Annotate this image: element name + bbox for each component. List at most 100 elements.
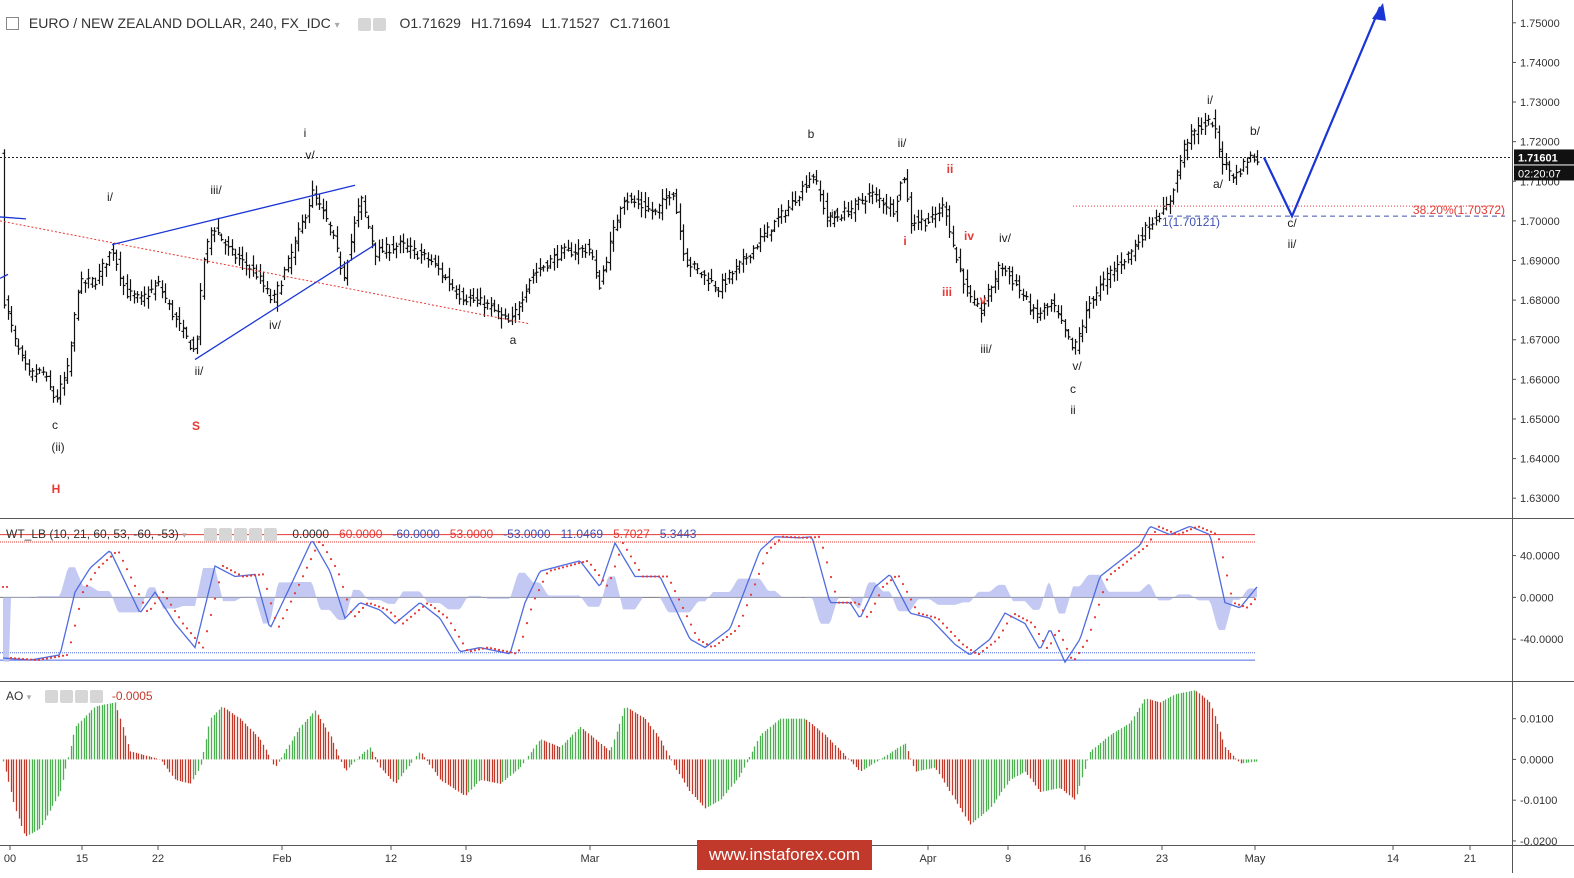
close-icon[interactable] — [89, 690, 103, 704]
wt-signal-dot — [701, 640, 705, 644]
wave-label: v/ — [305, 148, 315, 162]
wave-label: i — [903, 234, 906, 248]
wt-signal-dot — [869, 610, 873, 614]
wt-signal-dot — [849, 601, 853, 604]
wave-label: ii/ — [195, 364, 204, 378]
wt-signal-dot — [621, 541, 625, 545]
wt-signal-dot — [1045, 646, 1049, 650]
wt-signal-dot — [25, 658, 29, 661]
wt-signal-dot — [905, 590, 909, 593]
eye-icon[interactable] — [203, 528, 217, 542]
wt-signal-dot — [1093, 616, 1097, 619]
wt-signal-dot — [181, 622, 185, 625]
wt-signal-dot — [925, 614, 929, 617]
wt-signal-dot — [757, 572, 761, 575]
wt-signal-dot — [765, 551, 769, 555]
wt-signal-dot — [349, 610, 353, 614]
y-tick-label: 40.0000 — [1520, 551, 1560, 563]
x-tick-label: Mar — [581, 853, 600, 865]
wt-signal-dot — [729, 632, 733, 636]
wt-signal-dot — [445, 616, 449, 619]
wt-signal-dot — [709, 645, 713, 648]
wt-signal-dot — [121, 559, 125, 562]
blue-wedge-upper — [111, 184, 356, 246]
plus-icon[interactable] — [248, 528, 262, 542]
wt-signal-dot — [725, 635, 729, 639]
wt-signal-dot — [1073, 658, 1077, 661]
dropdown-chevron-icon[interactable]: ▾ — [335, 20, 340, 31]
wt-group — [1, 525, 1258, 664]
wt-signal-dot — [273, 616, 277, 619]
wt-signal-dot — [1253, 598, 1257, 601]
wt-signal-dot — [5, 585, 9, 589]
wt-signal-dot — [793, 536, 797, 539]
wt-signal-dot — [1029, 621, 1033, 624]
wt-signal-dot — [457, 635, 461, 638]
wt-signal-dot — [133, 584, 137, 587]
wt-signal-dot — [633, 562, 637, 565]
wt-signal-dot — [589, 563, 593, 566]
wave-label: v/ — [1072, 359, 1082, 373]
wt-signal-dot — [341, 585, 345, 589]
wt-signal-dot — [529, 608, 533, 611]
eye-icon[interactable] — [44, 690, 58, 704]
wt-signal-dot — [1165, 528, 1169, 532]
wt-signal-dot — [921, 613, 925, 616]
wt-signal-dot — [1041, 639, 1045, 643]
wt-signal-dot — [329, 557, 333, 561]
chart-svg[interactable]: 1.750001.740001.730001.720001.710001.700… — [0, 0, 1574, 873]
x-tick-label: 9 — [1005, 853, 1011, 865]
symbol-title[interactable]: EURO / NEW ZEALAND DOLLAR, 240, FX_IDC — [29, 15, 331, 31]
wt-signal-dot — [33, 658, 37, 661]
wt-signal-dot — [645, 575, 649, 578]
wt-signal-dot — [949, 630, 953, 633]
wt-signal-dot — [49, 656, 53, 659]
wt-signal-dot — [1113, 569, 1117, 573]
dropdown-chevron-icon[interactable]: ▾ — [182, 530, 187, 540]
wt-value: 0.0000 — [292, 527, 330, 541]
wt-signal-dot — [613, 565, 617, 568]
wt-signal-dot — [1037, 632, 1041, 636]
wave-label: iii/ — [980, 342, 992, 356]
wt-signal-dot — [145, 609, 149, 613]
blue-wedge-lower — [194, 244, 376, 361]
ao-title[interactable]: AO — [6, 689, 23, 703]
gear-icon[interactable] — [372, 17, 386, 31]
dropdown-chevron-icon[interactable]: ▾ — [27, 692, 32, 702]
wt-signal-dot — [1177, 533, 1181, 536]
wt-signal-dot — [597, 574, 601, 577]
wt-signal-dot — [197, 641, 201, 644]
wt-signal-dot — [81, 591, 85, 594]
wt-signal-dot — [785, 535, 789, 539]
y-tick-label: 1.68000 — [1520, 295, 1560, 307]
wt-signal-dot — [449, 622, 453, 625]
wt-signal-dot — [17, 657, 21, 660]
wt-signal-dot — [969, 648, 973, 652]
wt-signal-dot — [1157, 525, 1161, 528]
wt-signal-dot — [913, 606, 917, 609]
wt-value: 60.0000 — [339, 527, 383, 541]
gear-icon[interactable] — [218, 528, 232, 542]
wt-signal-dot — [361, 606, 365, 609]
y-tick-label: 0.0000 — [1520, 592, 1554, 604]
wt-signal-dot — [977, 652, 981, 656]
wt-signal-dot — [1225, 574, 1229, 577]
settings-icon[interactable] — [233, 528, 247, 542]
y-tick-label: 1.69000 — [1520, 256, 1560, 268]
wt-signal-dot — [497, 648, 501, 651]
wt-signal-dot — [377, 605, 381, 608]
wt-signal-dot — [533, 597, 537, 600]
collapse-icon[interactable] — [6, 16, 19, 30]
eye-icon[interactable] — [357, 17, 371, 31]
wt-signal-dot — [417, 609, 421, 612]
wt-signal-dot — [1057, 629, 1061, 633]
wt-signal-dot — [1117, 566, 1121, 569]
plus-icon[interactable] — [74, 690, 88, 704]
gear-icon[interactable] — [59, 690, 73, 704]
close-icon[interactable] — [263, 528, 277, 542]
wt-signal-dot — [453, 628, 457, 632]
wt-title[interactable]: WT_LB (10, 21, 60, 53, -60, -53) — [6, 527, 179, 541]
wt-signal-dot — [225, 567, 229, 570]
wt-signal-dot — [1121, 563, 1125, 566]
wt-signal-dot — [593, 568, 597, 572]
